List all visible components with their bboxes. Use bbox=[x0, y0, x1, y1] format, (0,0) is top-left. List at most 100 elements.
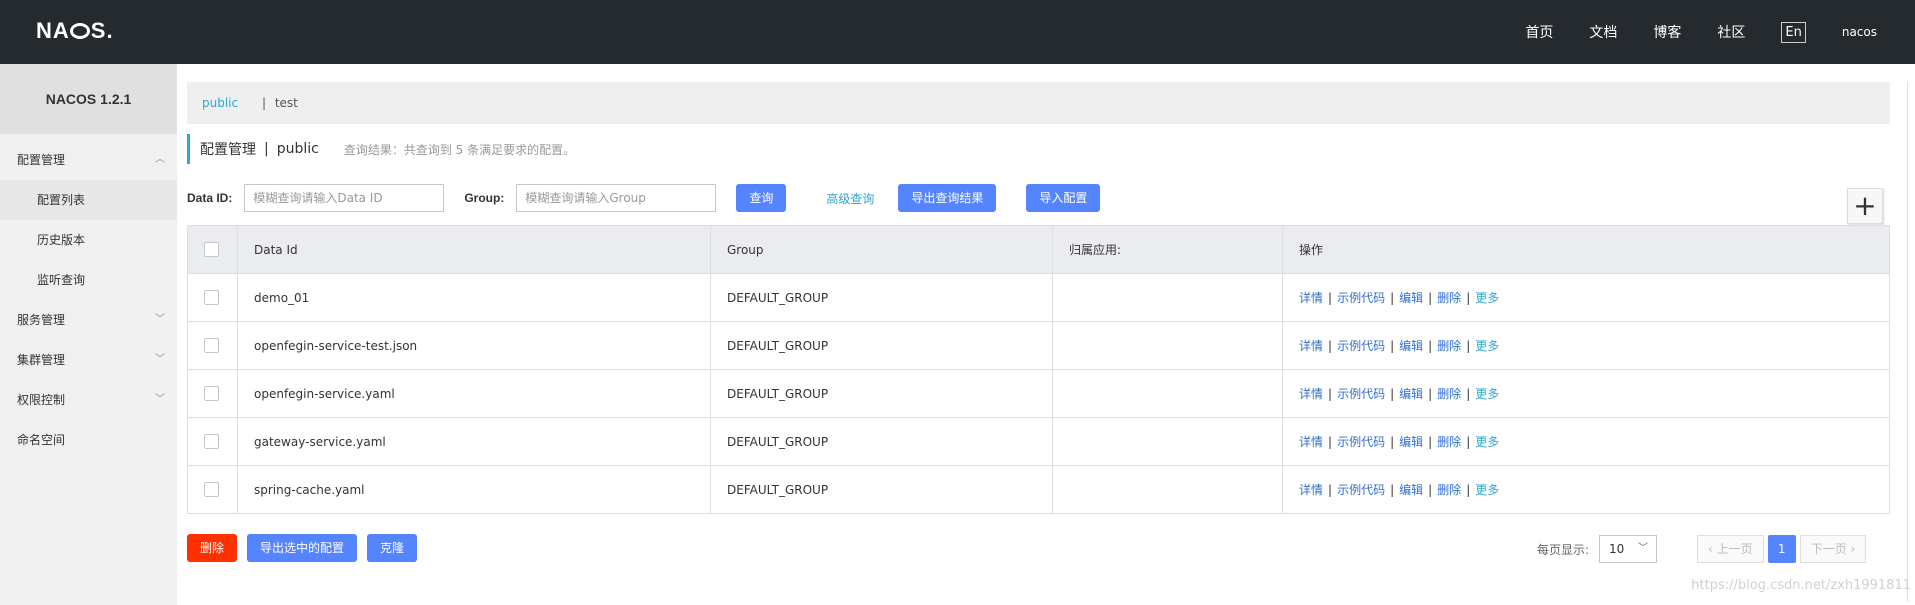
export-query-button[interactable]: 导出查询结果 bbox=[898, 184, 997, 212]
sidebar-item-namespace[interactable]: 命名空间 bbox=[0, 420, 177, 460]
export-selected-button[interactable]: 导出选中的配置 bbox=[247, 534, 358, 562]
ops-cell: 详情 | 示例代码 | 编辑 | 删除 | 更多 bbox=[1282, 321, 1890, 370]
delete-link[interactable]: 删除 bbox=[1437, 387, 1461, 401]
user-menu[interactable]: nacos bbox=[1842, 25, 1877, 39]
query-button[interactable]: 查询 bbox=[736, 184, 787, 212]
ops-separator: | bbox=[1466, 387, 1471, 401]
namespace-test[interactable]: test bbox=[275, 96, 298, 110]
ops-separator: | bbox=[1466, 339, 1471, 353]
edit-link[interactable]: 编辑 bbox=[1399, 339, 1423, 353]
detail-link[interactable]: 详情 bbox=[1299, 339, 1323, 353]
delete-link[interactable]: 删除 bbox=[1437, 291, 1461, 305]
chevron-down-icon: ﹀ bbox=[1638, 543, 1649, 554]
more-link[interactable]: 更多 bbox=[1475, 435, 1499, 449]
delete-link[interactable]: 删除 bbox=[1437, 435, 1461, 449]
sidebar-group-label: 服务管理 bbox=[17, 313, 66, 327]
prev-page-button[interactable]: ‹ 上一页 bbox=[1697, 535, 1764, 563]
sidebar-group-cluster[interactable]: 集群管理 ﹀ bbox=[0, 340, 177, 380]
group-label: Group: bbox=[464, 191, 505, 205]
chevron-left-icon: ‹ bbox=[1708, 542, 1717, 556]
ops-separator: | bbox=[1328, 387, 1333, 401]
row-checkbox[interactable] bbox=[204, 338, 219, 353]
page-size-select[interactable]: 10 ﹀ bbox=[1599, 535, 1658, 563]
edit-link[interactable]: 编辑 bbox=[1399, 435, 1423, 449]
nav-community[interactable]: 社区 bbox=[1717, 22, 1745, 42]
sample-code-link[interactable]: 示例代码 bbox=[1337, 435, 1385, 449]
namespace-public[interactable]: public bbox=[202, 96, 238, 110]
scrollbar[interactable] bbox=[1907, 82, 1915, 602]
sample-code-link[interactable]: 示例代码 bbox=[1337, 339, 1385, 353]
sidebar-item-listener[interactable]: 监听查询 bbox=[0, 260, 177, 300]
next-page-button[interactable]: 下一页 › bbox=[1799, 535, 1867, 563]
data-id-cell: gateway-service.yaml bbox=[237, 417, 711, 466]
group-cell: DEFAULT_GROUP bbox=[710, 465, 1053, 514]
edit-link[interactable]: 编辑 bbox=[1399, 483, 1423, 497]
ops-separator: | bbox=[1328, 339, 1333, 353]
col-header-group[interactable]: Group bbox=[710, 225, 1053, 274]
more-link[interactable]: 更多 bbox=[1475, 291, 1499, 305]
pagination: 每页显示: 10 ﹀ ‹ 上一页 1 下一页 › bbox=[1537, 535, 1867, 563]
clone-button[interactable]: 克隆 bbox=[367, 534, 418, 562]
config-table: Data Id Group 归属应用: 操作 demo_01 DEFAULT_G… bbox=[187, 225, 1890, 514]
chevron-right-icon: › bbox=[1846, 542, 1856, 556]
sidebar-group-label: 集群管理 bbox=[17, 353, 66, 367]
language-switch[interactable]: En bbox=[1781, 21, 1806, 43]
row-select-cell bbox=[187, 465, 238, 514]
more-link[interactable]: 更多 bbox=[1475, 339, 1499, 353]
row-checkbox[interactable] bbox=[204, 290, 219, 305]
data-id-cell: spring-cache.yaml bbox=[237, 465, 711, 514]
ops-separator: | bbox=[1466, 291, 1471, 305]
table-row: spring-cache.yaml DEFAULT_GROUP 详情 | 示例代码 |… bbox=[187, 465, 1890, 514]
col-header-data-id[interactable]: Data Id bbox=[237, 225, 711, 274]
sample-code-link[interactable]: 示例代码 bbox=[1337, 387, 1385, 401]
ops-separator: | bbox=[1328, 291, 1333, 305]
row-select-cell bbox=[187, 321, 238, 370]
app-cell bbox=[1052, 369, 1283, 418]
edit-link[interactable]: 编辑 bbox=[1399, 291, 1423, 305]
data-id-input[interactable] bbox=[244, 184, 445, 212]
more-link[interactable]: 更多 bbox=[1475, 483, 1499, 497]
sidebar-group-config[interactable]: 配置管理 ︿ bbox=[0, 140, 177, 180]
nav-blog[interactable]: 博客 bbox=[1653, 22, 1681, 42]
delete-link[interactable]: 删除 bbox=[1437, 483, 1461, 497]
advanced-query-link[interactable]: 高级查询 bbox=[826, 190, 874, 207]
app-cell bbox=[1052, 417, 1283, 466]
batch-delete-button[interactable]: 删除 bbox=[187, 534, 238, 562]
row-checkbox[interactable] bbox=[204, 386, 219, 401]
nacos-logo[interactable]: NA S. bbox=[36, 18, 114, 44]
col-header-app[interactable]: 归属应用: bbox=[1052, 225, 1283, 274]
search-form: Data ID: Group: 查询 高级查询 导出查询结果 导入配置 bbox=[187, 184, 1101, 212]
table-row: demo_01 DEFAULT_GROUP 详情 | 示例代码 | 编辑 | 删除 | 更多 bbox=[187, 273, 1890, 322]
add-config-button[interactable]: + bbox=[1847, 188, 1883, 224]
row-checkbox[interactable] bbox=[204, 482, 219, 497]
detail-link[interactable]: 详情 bbox=[1299, 435, 1323, 449]
page-1-button[interactable]: 1 bbox=[1767, 535, 1796, 563]
title-separator: | bbox=[264, 141, 269, 157]
detail-link[interactable]: 详情 bbox=[1299, 291, 1323, 305]
detail-link[interactable]: 详情 bbox=[1299, 483, 1323, 497]
group-cell: DEFAULT_GROUP bbox=[710, 369, 1053, 418]
ops-separator: | bbox=[1466, 435, 1471, 449]
sidebar-item-history[interactable]: 历史版本 bbox=[0, 220, 177, 260]
ops-separator: | bbox=[1428, 291, 1433, 305]
more-link[interactable]: 更多 bbox=[1475, 387, 1499, 401]
sidebar-group-service[interactable]: 服务管理 ﹀ bbox=[0, 300, 177, 340]
ops-separator: | bbox=[1428, 435, 1433, 449]
sample-code-link[interactable]: 示例代码 bbox=[1337, 483, 1385, 497]
batch-actions: 删除 导出选中的配置 克隆 bbox=[187, 534, 418, 562]
sidebar: NACOS 1.2.1 配置管理 ︿ 配置列表 历史版本 监听查询 服务管理 ﹀… bbox=[0, 64, 177, 605]
detail-link[interactable]: 详情 bbox=[1299, 387, 1323, 401]
current-namespace: public bbox=[276, 141, 319, 157]
nav-home[interactable]: 首页 bbox=[1525, 22, 1553, 42]
import-config-button[interactable]: 导入配置 bbox=[1026, 184, 1101, 212]
nav-docs[interactable]: 文档 bbox=[1589, 22, 1617, 42]
sidebar-item-config-list[interactable]: 配置列表 bbox=[0, 180, 177, 220]
select-all-checkbox[interactable] bbox=[204, 242, 219, 257]
sample-code-link[interactable]: 示例代码 bbox=[1337, 291, 1385, 305]
namespace-bar: public | test bbox=[187, 82, 1890, 124]
group-input[interactable] bbox=[516, 184, 717, 212]
edit-link[interactable]: 编辑 bbox=[1399, 387, 1423, 401]
row-checkbox[interactable] bbox=[204, 434, 219, 449]
sidebar-group-auth[interactable]: 权限控制 ﹀ bbox=[0, 380, 177, 420]
delete-link[interactable]: 删除 bbox=[1437, 339, 1461, 353]
